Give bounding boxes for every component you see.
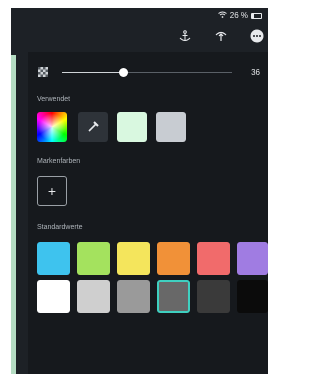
- default-color-swatch[interactable]: [37, 242, 70, 275]
- transparency-value: 36: [251, 68, 260, 77]
- more-icon[interactable]: [247, 26, 267, 46]
- transparency-slider-fill: [62, 72, 124, 73]
- share-icon[interactable]: [211, 26, 231, 46]
- add-brand-color-button[interactable]: +: [37, 176, 67, 206]
- status-bar: 26 %: [11, 8, 268, 23]
- eyedropper-icon: [88, 121, 99, 132]
- transparency-icon: [38, 67, 48, 77]
- color-picker-swatch[interactable]: [37, 112, 67, 142]
- battery-percent: 26 %: [229, 11, 248, 20]
- default-color-swatch[interactable]: [157, 242, 190, 275]
- toolbar: [11, 23, 268, 48]
- color-panel: 36 Verwendet Markenfarben + Standardwert…: [28, 52, 268, 374]
- used-color-swatch[interactable]: [156, 112, 186, 142]
- default-color-swatch-selected[interactable]: [157, 280, 190, 313]
- status-right: 26 %: [217, 11, 262, 20]
- screen: 26 % 36 Verwendet Markenfarben + Standar…: [0, 0, 268, 374]
- section-label-used: Verwendet: [37, 96, 71, 103]
- default-color-swatch[interactable]: [77, 242, 110, 275]
- color-picker-glow: [37, 112, 67, 142]
- default-color-swatch[interactable]: [197, 242, 230, 275]
- default-color-swatch[interactable]: [117, 280, 150, 313]
- default-color-swatch[interactable]: [237, 242, 268, 275]
- default-color-swatch[interactable]: [77, 280, 110, 313]
- default-color-swatch[interactable]: [197, 280, 230, 313]
- canvas-edge-strip: [11, 55, 16, 374]
- default-color-swatch[interactable]: [37, 280, 70, 313]
- eyedropper-button[interactable]: [78, 112, 108, 142]
- transparency-slider-thumb[interactable]: [118, 68, 128, 77]
- section-label-default: Standardwerte: [37, 224, 83, 231]
- battery-icon: [251, 12, 262, 19]
- used-color-swatch[interactable]: [117, 112, 147, 142]
- wifi-icon: [217, 11, 227, 20]
- anchor-icon[interactable]: [175, 26, 195, 46]
- section-label-brand: Markenfarben: [37, 158, 81, 165]
- default-color-swatch[interactable]: [117, 242, 150, 275]
- default-color-swatch[interactable]: [237, 280, 268, 313]
